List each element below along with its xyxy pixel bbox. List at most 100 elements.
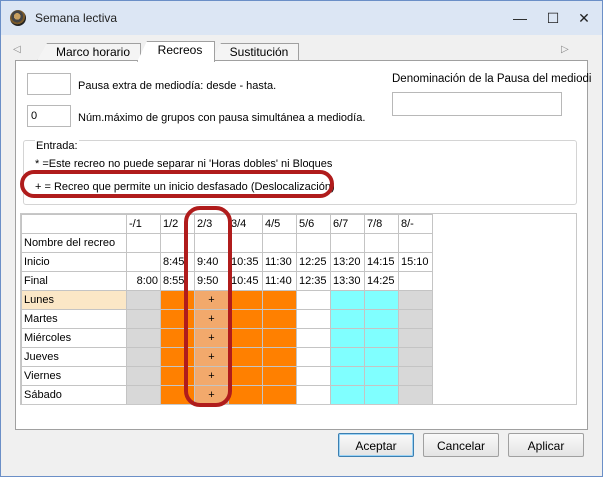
grid-cell[interactable] [398, 271, 433, 291]
grid-cell[interactable]: + [194, 290, 229, 310]
grid-cell[interactable] [330, 233, 365, 253]
denominacion-field[interactable] [392, 92, 562, 116]
grid-cell[interactable]: + [194, 385, 229, 404]
grid-cell[interactable] [228, 328, 263, 348]
cancel-button[interactable]: Cancelar [423, 433, 499, 457]
grid-cell[interactable]: 12:25 [296, 252, 331, 272]
grid-cell[interactable]: 9:50 [194, 271, 229, 291]
grid-cell[interactable] [262, 347, 297, 367]
grid-cell[interactable] [330, 309, 365, 329]
grid-cell[interactable] [296, 233, 331, 253]
grid-day-row: Lunes + [21, 290, 433, 310]
grid-cell[interactable] [126, 385, 161, 404]
grid-cell[interactable]: + [194, 309, 229, 329]
grid-cell[interactable] [228, 233, 263, 253]
grid-cell[interactable] [398, 290, 433, 310]
grid-cell[interactable] [228, 385, 263, 404]
grid-cell[interactable] [160, 233, 195, 253]
grid-cell[interactable]: 10:35 [228, 252, 263, 272]
grid-cell[interactable] [262, 385, 297, 404]
legend-line-2: + = Recreo que permite un inicio desfasa… [35, 181, 335, 193]
grid-cell[interactable] [262, 366, 297, 386]
tab-marco-horario[interactable]: Marco horario [37, 43, 141, 61]
grid-cell[interactable]: + [194, 366, 229, 386]
grid-cell[interactable] [126, 347, 161, 367]
grid-cell[interactable]: 11:40 [262, 271, 297, 291]
grid-cell[interactable]: 13:30 [330, 271, 365, 291]
grid-cell[interactable]: 10:45 [228, 271, 263, 291]
grid-cell[interactable] [364, 366, 399, 386]
grid-cell[interactable] [228, 309, 263, 329]
grid-cell[interactable] [398, 309, 433, 329]
grid-cell[interactable] [330, 328, 365, 348]
grid-cell[interactable] [398, 328, 433, 348]
grid-cell[interactable] [126, 366, 161, 386]
grid-cell[interactable]: 8:55 [160, 271, 195, 291]
grid-cell[interactable] [160, 366, 195, 386]
grid-cell[interactable]: 15:10 [398, 252, 433, 272]
tab-recreos[interactable]: Recreos [137, 41, 215, 62]
grid-cell[interactable] [160, 290, 195, 310]
apply-button[interactable]: Aplicar [508, 433, 584, 457]
minimize-button[interactable]: — [505, 7, 535, 29]
grid-cell[interactable]: + [194, 328, 229, 348]
grid-cell[interactable]: 14:25 [364, 271, 399, 291]
grid-cell[interactable]: 8:00 [126, 271, 161, 291]
tab-sustitucion[interactable]: Sustitución [211, 43, 299, 61]
grid-cell[interactable] [126, 233, 161, 253]
grid-cell[interactable] [296, 290, 331, 310]
grid-cell[interactable] [364, 290, 399, 310]
grid-cell[interactable] [364, 328, 399, 348]
grid-cell[interactable] [398, 366, 433, 386]
grid-cell[interactable] [398, 347, 433, 367]
grid-cell[interactable] [364, 385, 399, 404]
grid-cell[interactable] [330, 347, 365, 367]
max-groups-field[interactable]: 0 [27, 105, 71, 127]
grid-cell[interactable]: 9:40 [194, 252, 229, 272]
accept-button[interactable]: Aceptar [338, 433, 414, 457]
grid-cell[interactable] [296, 328, 331, 348]
maximize-button[interactable]: ☐ [538, 7, 568, 29]
grid-cell[interactable] [330, 385, 365, 404]
grid-cell[interactable] [296, 385, 331, 404]
pause-label: Pausa extra de mediodía: desde - hasta. [78, 80, 277, 92]
grid-cell[interactable]: 12:35 [296, 271, 331, 291]
grid-cell[interactable] [398, 385, 433, 404]
grid-cell[interactable] [194, 233, 229, 253]
grid-cell[interactable] [330, 366, 365, 386]
row-label: Jueves [21, 347, 127, 367]
grid-cell[interactable] [126, 290, 161, 310]
grid-cell[interactable] [364, 309, 399, 329]
grid-cell[interactable] [262, 290, 297, 310]
grid-cell[interactable] [330, 290, 365, 310]
close-button[interactable]: ✕ [569, 7, 599, 29]
pause-field[interactable] [27, 73, 71, 95]
grid-cell[interactable] [296, 347, 331, 367]
grid-cell[interactable]: 13:20 [330, 252, 365, 272]
grid-cell[interactable] [296, 366, 331, 386]
grid-cell[interactable]: 14:15 [364, 252, 399, 272]
tab-scroll-right-icon[interactable]: ▷ [561, 44, 569, 55]
grid-cell[interactable] [262, 309, 297, 329]
grid-cell[interactable] [126, 252, 161, 272]
grid-cell[interactable] [296, 309, 331, 329]
grid-cell[interactable] [160, 385, 195, 404]
grid-cell[interactable] [228, 366, 263, 386]
grid-cell[interactable]: + [194, 347, 229, 367]
grid-cell[interactable] [126, 328, 161, 348]
grid-cell[interactable]: 11:30 [262, 252, 297, 272]
grid-cell[interactable] [262, 328, 297, 348]
grid-cell[interactable] [398, 233, 433, 253]
grid-cell[interactable] [364, 233, 399, 253]
row-label: Inicio [21, 252, 127, 272]
grid-cell[interactable] [364, 347, 399, 367]
grid-cell[interactable]: 8:45 [160, 252, 195, 272]
grid-cell[interactable] [160, 347, 195, 367]
tab-scroll-left-icon[interactable]: ◁ [13, 44, 21, 55]
grid-cell[interactable] [126, 309, 161, 329]
grid-cell[interactable] [228, 347, 263, 367]
grid-cell[interactable] [262, 233, 297, 253]
grid-cell[interactable] [160, 328, 195, 348]
grid-cell[interactable] [160, 309, 195, 329]
grid-cell[interactable] [228, 290, 263, 310]
